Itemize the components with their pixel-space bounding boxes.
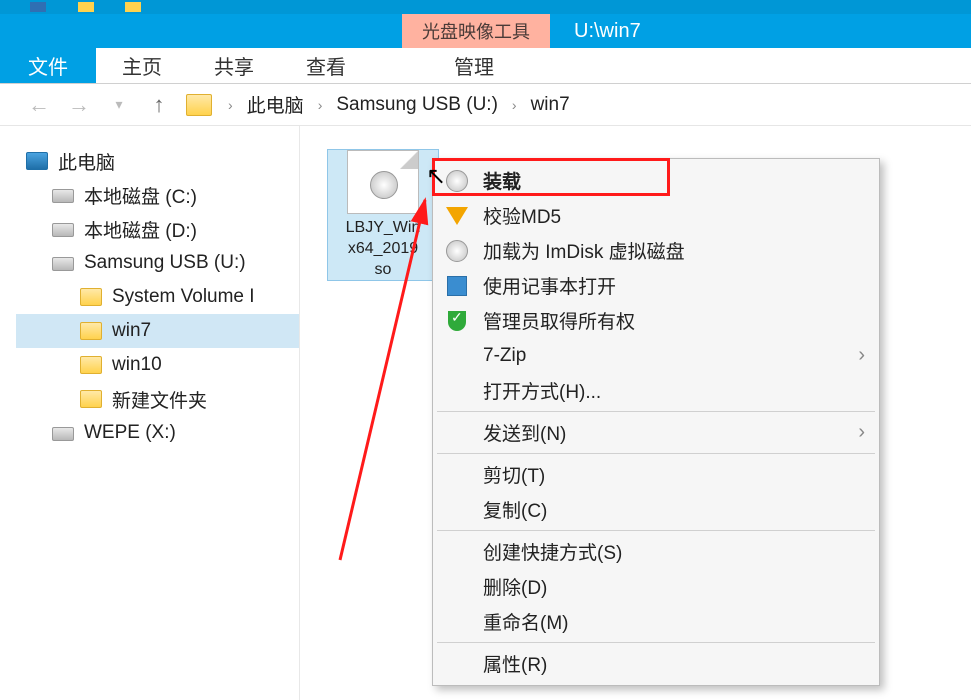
- context-menu-item-7zip[interactable]: 7-Zip ›: [433, 338, 879, 373]
- menu-item-label: 打开方式(H)...: [483, 377, 601, 404]
- menu-item-label: 校验MD5: [483, 202, 561, 229]
- context-menu-item-open-with[interactable]: 打开方式(H)...: [433, 373, 879, 408]
- context-menu-item-imdisk[interactable]: 加载为 ImDisk 虚拟磁盘: [433, 233, 879, 268]
- quick-access-bar: [0, 0, 971, 14]
- menu-item-label: 剪切(T): [483, 461, 545, 488]
- file-name-line: LBJY_Win: [328, 218, 438, 239]
- menu-item-label: 发送到(N): [483, 419, 566, 446]
- chevron-right-icon[interactable]: ›: [222, 97, 239, 113]
- nav-forward-icon[interactable]: →: [66, 92, 92, 118]
- menu-item-label: 装载: [483, 167, 521, 194]
- menu-item-label: 加载为 ImDisk 虚拟磁盘: [483, 237, 685, 264]
- tree-node-folder[interactable]: win10: [16, 348, 299, 382]
- menu-item-label: 重命名(M): [483, 608, 568, 635]
- chevron-right-icon[interactable]: ›: [312, 97, 329, 113]
- context-menu-item-delete[interactable]: 删除(D): [433, 569, 879, 604]
- file-name-line: so: [328, 260, 438, 281]
- drive-icon: [52, 189, 74, 203]
- tree-node-drive[interactable]: 本地磁盘 (D:): [16, 212, 299, 246]
- menu-item-label: 管理员取得所有权: [483, 307, 635, 334]
- folder-icon: [186, 94, 212, 116]
- tree-node-drive[interactable]: WEPE (X:): [16, 416, 299, 450]
- folder-icon: [80, 288, 102, 306]
- folder-icon: [80, 390, 102, 408]
- drive-icon: [52, 223, 74, 237]
- context-menu-item-cut[interactable]: 剪切(T): [433, 457, 879, 492]
- title-bar: 光盘映像工具 U:\win7: [0, 14, 971, 48]
- context-menu[interactable]: 装载 校验MD5 加载为 ImDisk 虚拟磁盘 使用记事本打开 管理员取得所有…: [432, 158, 880, 686]
- ribbon-tab-view[interactable]: 查看: [280, 48, 372, 83]
- folder-icon: [80, 356, 102, 374]
- context-menu-item-copy[interactable]: 复制(C): [433, 492, 879, 527]
- menu-item-label: 创建快捷方式(S): [483, 538, 622, 565]
- tree-label: 本地磁盘 (D:): [84, 216, 197, 243]
- window-title: U:\win7: [550, 14, 665, 48]
- context-menu-item-properties[interactable]: 属性(R): [433, 646, 879, 681]
- navigation-tree[interactable]: 此电脑 本地磁盘 (C:) 本地磁盘 (D:) Samsung USB (U:)…: [0, 126, 300, 700]
- ribbon-tab-share[interactable]: 共享: [188, 48, 280, 83]
- nav-back-icon[interactable]: ←: [26, 92, 52, 118]
- menu-separator: [437, 411, 875, 412]
- breadcrumb-item[interactable]: win7: [527, 92, 574, 118]
- chevron-right-icon: ›: [858, 344, 865, 367]
- ribbon-tab-manage[interactable]: 管理: [428, 48, 520, 83]
- menu-item-label: 使用记事本打开: [483, 272, 616, 299]
- tree-label: System Volume I: [112, 286, 255, 308]
- drive-icon: [52, 427, 74, 441]
- disc-icon: [445, 239, 469, 263]
- menu-item-label: 删除(D): [483, 573, 547, 600]
- tree-label: win7: [112, 320, 151, 342]
- pc-icon: [26, 152, 48, 170]
- tree-label: win10: [112, 354, 162, 376]
- chevron-right-icon[interactable]: ›: [506, 97, 523, 113]
- contextual-tool-tab: 光盘映像工具: [402, 14, 550, 48]
- breadcrumb-item[interactable]: 此电脑: [243, 89, 308, 120]
- tree-node-folder-selected[interactable]: win7: [16, 314, 299, 348]
- tree-label: 新建文件夹: [112, 386, 207, 413]
- chevron-right-icon: ›: [858, 421, 865, 444]
- file-item-iso[interactable]: LBJY_Win x64_2019 so: [328, 150, 438, 280]
- menu-item-label: 属性(R): [483, 650, 547, 677]
- context-menu-item-shortcut[interactable]: 创建快捷方式(S): [433, 534, 879, 569]
- breadcrumb[interactable]: › 此电脑 › Samsung USB (U:) › win7: [186, 89, 574, 120]
- menu-item-label: 7-Zip: [483, 345, 526, 367]
- context-menu-item-md5[interactable]: 校验MD5: [433, 198, 879, 233]
- disc-icon: [445, 169, 469, 193]
- tree-node-this-pc[interactable]: 此电脑: [16, 144, 299, 178]
- tree-node-folder[interactable]: System Volume I: [16, 280, 299, 314]
- tree-node-drive[interactable]: Samsung USB (U:): [16, 246, 299, 280]
- menu-separator: [437, 642, 875, 643]
- disc-icon: [370, 171, 398, 199]
- ribbon-tabs: 文件 主页 共享 查看 管理: [0, 48, 971, 84]
- drive-icon: [52, 257, 74, 271]
- tree-label: WEPE (X:): [84, 422, 176, 444]
- context-menu-item-mount[interactable]: 装载: [433, 163, 879, 198]
- shield-check-icon: [445, 309, 469, 333]
- menu-separator: [437, 453, 875, 454]
- menu-separator: [437, 530, 875, 531]
- file-tab[interactable]: 文件: [0, 48, 96, 83]
- file-thumb-icon: [347, 150, 419, 214]
- nav-up-icon[interactable]: ↑: [146, 92, 172, 118]
- notepad-icon: [445, 274, 469, 298]
- menu-item-label: 复制(C): [483, 496, 547, 523]
- context-menu-item-admin-own[interactable]: 管理员取得所有权: [433, 303, 879, 338]
- shield-warning-icon: [445, 204, 469, 228]
- context-menu-item-send-to[interactable]: 发送到(N) ›: [433, 415, 879, 450]
- tree-label: 本地磁盘 (C:): [84, 182, 197, 209]
- context-menu-item-notepad[interactable]: 使用记事本打开: [433, 268, 879, 303]
- tree-label: 此电脑: [58, 148, 115, 175]
- tree-node-drive[interactable]: 本地磁盘 (C:): [16, 178, 299, 212]
- context-menu-item-rename[interactable]: 重命名(M): [433, 604, 879, 639]
- ribbon-tab-home[interactable]: 主页: [96, 48, 188, 83]
- folder-icon: [80, 322, 102, 340]
- file-name-line: x64_2019: [328, 239, 438, 260]
- nav-recent-icon[interactable]: ▾: [106, 92, 132, 118]
- breadcrumb-item[interactable]: Samsung USB (U:): [332, 92, 502, 118]
- tree-node-folder[interactable]: 新建文件夹: [16, 382, 299, 416]
- tree-label: Samsung USB (U:): [84, 252, 246, 274]
- nav-bar: ← → ▾ ↑ › 此电脑 › Samsung USB (U:) › win7: [0, 84, 971, 126]
